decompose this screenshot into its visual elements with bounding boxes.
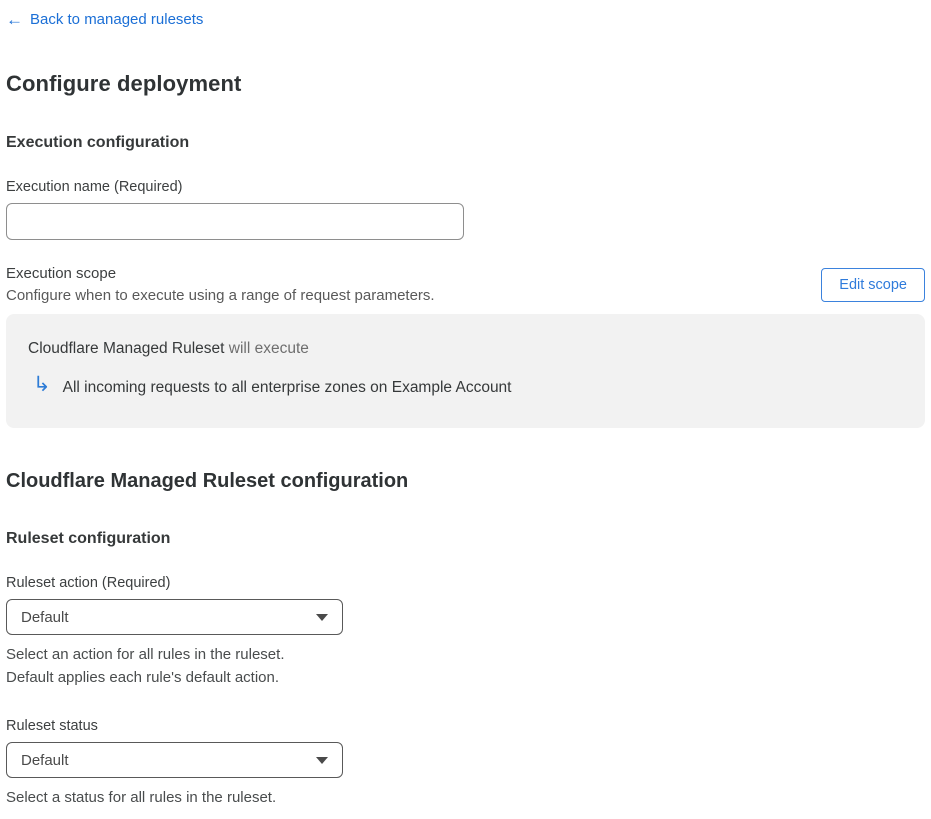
execute-scope-line: ↳ All incoming requests to all enterpris… [28, 373, 903, 398]
ruleset-status-label: Ruleset status [6, 718, 98, 734]
execute-summary-line: Cloudflare Managed Ruleset will execute [28, 340, 903, 358]
ruleset-action-label: Ruleset action (Required) [6, 575, 171, 591]
back-to-managed-rulesets-link[interactable]: ← Back to managed rulesets [6, 11, 203, 28]
chevron-down-icon [316, 613, 328, 621]
back-arrow-icon: ← [6, 10, 23, 29]
execution-scope-description: Configure when to execute using a range … [6, 287, 435, 304]
configure-deployment-page: ← Back to managed rulesets Configure dep… [0, 0, 931, 819]
execute-scope-text: All incoming requests to all enterprise … [62, 378, 512, 396]
ruleset-status-value: Default [21, 751, 69, 769]
ruleset-action-value: Default [21, 608, 69, 626]
execution-scope-row: Execution scope Configure when to execut… [6, 265, 925, 304]
ruleset-configuration-heading: Ruleset configuration [6, 530, 171, 547]
ruleset-action-help-line2: Default applies each rule's default acti… [6, 669, 280, 686]
back-link-label: Back to managed rulesets [30, 11, 204, 28]
ruleset-status-help: Select a status for all rules in the rul… [6, 789, 277, 806]
will-execute-text: will execute [224, 340, 309, 357]
ruleset-action-help: Select an action for all rules in the ru… [6, 643, 925, 689]
execution-configuration-heading: Execution configuration [6, 134, 190, 151]
execution-name-input[interactable] [6, 203, 464, 240]
ruleset-action-help-line1: Select an action for all rules in the ru… [6, 646, 285, 663]
execution-scope-text-group: Execution scope Configure when to execut… [6, 265, 435, 304]
execution-scope-summary-box: Cloudflare Managed Ruleset will execute … [6, 314, 925, 428]
ruleset-status-select[interactable]: Default [6, 742, 343, 778]
elbow-arrow-icon: ↳ [33, 373, 51, 396]
edit-scope-button[interactable]: Edit scope [821, 267, 925, 302]
execution-scope-label: Execution scope [6, 265, 117, 282]
execution-name-label: Execution name (Required) [6, 179, 183, 195]
ruleset-action-select[interactable]: Default [6, 599, 343, 635]
ruleset-configuration-title: Cloudflare Managed Ruleset configuration [6, 470, 409, 492]
chevron-down-icon [316, 756, 328, 764]
page-title: Configure deployment [6, 71, 242, 96]
ruleset-name-text: Cloudflare Managed Ruleset [28, 340, 225, 357]
